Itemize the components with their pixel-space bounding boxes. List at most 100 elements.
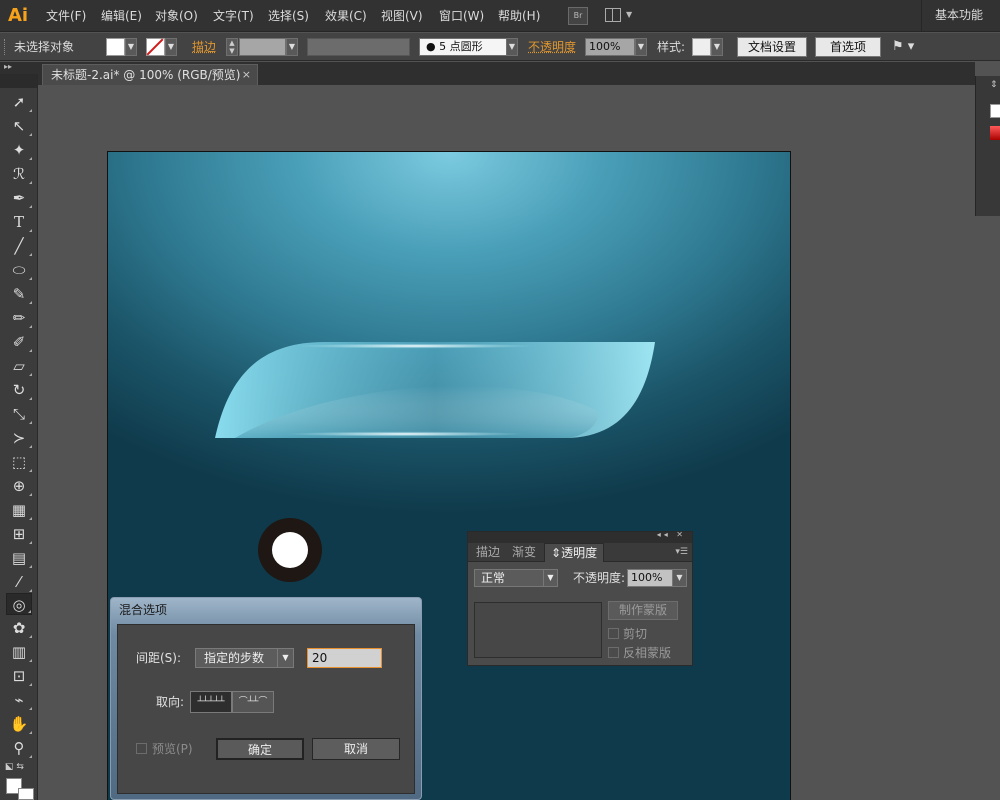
selection-status: 未选择对象 xyxy=(14,40,75,54)
stroke-color-swatch[interactable] xyxy=(18,788,34,800)
pencil-tool-icon[interactable]: ✏ xyxy=(6,307,32,329)
align-to-page-button[interactable]: ┴┴┴┴┴ xyxy=(190,691,232,713)
variable-width-profile[interactable] xyxy=(307,38,410,56)
control-bar-grip[interactable] xyxy=(4,39,7,55)
free-transform-tool-icon[interactable]: ⬚ xyxy=(6,451,32,473)
artboard-tool-icon[interactable]: ⊡ xyxy=(6,665,32,687)
panel-controls-icon[interactable]: ◂◂ ✕ xyxy=(657,530,686,539)
scale-tool-icon[interactable]: ⤡ xyxy=(6,403,32,425)
panel-tabs: 描边 渐变 ⇕透明度 ▾☰ xyxy=(468,543,692,562)
menu-type[interactable]: 文字(T) xyxy=(213,0,254,32)
panel-menu-icon[interactable]: ▾☰ xyxy=(675,547,688,557)
menu-view[interactable]: 视图(V) xyxy=(381,0,423,32)
tab-stroke[interactable]: 描边 xyxy=(470,543,506,562)
document-tab-title: 未标题-2.ai* @ 100% (RGB/预览) xyxy=(51,68,241,82)
line-tool-icon[interactable]: ╱ xyxy=(6,235,32,257)
hand-tool-icon[interactable]: ✋ xyxy=(6,713,32,735)
width-tool-icon[interactable]: ≻ xyxy=(6,427,32,449)
opacity-field[interactable]: 100% xyxy=(585,38,635,56)
opacity-label[interactable]: 不透明度 xyxy=(528,33,576,61)
fill-dropdown[interactable]: ▼ xyxy=(125,38,137,56)
ring-shape[interactable] xyxy=(258,518,322,582)
align-to-path-button[interactable]: ⌒┴┴⌒ xyxy=(232,691,274,713)
stroke-dropdown[interactable]: ▼ xyxy=(165,38,177,56)
style-dropdown[interactable]: ▼ xyxy=(711,38,723,56)
arrange-menu-icon[interactable]: ⚑ ▾ xyxy=(892,33,914,61)
mesh-tool-icon[interactable]: ⊞ xyxy=(6,523,32,545)
blend-options-dialog: 混合选项 间距(S): 指定的步数 ▼ 20 取向: ┴┴┴┴┴ ⌒┴┴⌒ 预览(… xyxy=(110,597,422,800)
bridge-button[interactable]: Br xyxy=(568,7,588,25)
menu-effect[interactable]: 效果(C) xyxy=(325,0,367,32)
brush-size: 5 xyxy=(439,40,447,53)
opacity-dropdown[interactable]: ▼ xyxy=(635,38,647,56)
brush-definition[interactable]: ● 5 点圆形 xyxy=(419,38,507,56)
gradient-tool-icon[interactable]: ▤ xyxy=(6,547,32,569)
magic-wand-tool-icon[interactable]: ✦ xyxy=(6,139,32,161)
rotate-tool-icon[interactable]: ↻ xyxy=(6,379,32,401)
graph-tool-icon[interactable]: ▥ xyxy=(6,641,32,663)
cancel-button[interactable]: 取消 xyxy=(312,738,400,760)
eyedropper-tool-icon[interactable]: ⁄ xyxy=(6,571,32,593)
make-mask-button[interactable]: 制作蒙版 xyxy=(608,601,678,620)
workspace-label: 基本功能 xyxy=(935,8,984,22)
blend-mode-select[interactable]: 正常 ▼ xyxy=(474,569,558,587)
ok-button[interactable]: 确定 xyxy=(216,738,304,760)
lasso-tool-icon[interactable]: ℛ xyxy=(6,163,32,185)
opacity-input[interactable]: 100% ▼ xyxy=(627,569,687,587)
arrange-documents-button[interactable]: ▼ xyxy=(604,7,634,25)
workspace-switcher[interactable]: 基本功能 xyxy=(921,0,1000,32)
right-panel-dock: ⇕ xyxy=(975,62,1000,800)
stroke-weight-stepper[interactable]: ▲ ▼ xyxy=(226,38,238,56)
paintbrush-tool-icon[interactable]: ✎ xyxy=(6,283,32,305)
pen-tool-icon[interactable]: ✒ xyxy=(6,187,32,209)
invert-mask-checkbox[interactable]: 反相蒙版 xyxy=(608,646,671,660)
document-setup-button[interactable]: 文档设置 xyxy=(737,37,807,57)
perspective-grid-tool-icon[interactable]: ▦ xyxy=(6,499,32,521)
stroke-weight-dropdown[interactable]: ▼ xyxy=(286,38,298,56)
tools-panel-header[interactable] xyxy=(0,74,37,88)
stroke-swatch[interactable] xyxy=(146,38,165,56)
slice-tool-icon[interactable]: ⌁ xyxy=(6,689,32,711)
checkbox-icon xyxy=(608,647,619,658)
document-tab[interactable]: 未标题-2.ai* @ 100% (RGB/预览) × xyxy=(42,64,258,85)
menu-edit[interactable]: 编辑(E) xyxy=(101,0,142,32)
blob-brush-tool-icon[interactable]: ✐ xyxy=(6,331,32,353)
menu-window[interactable]: 窗口(W) xyxy=(439,0,484,32)
stroke-label[interactable]: 描边 xyxy=(192,33,216,61)
none-color-icon[interactable] xyxy=(990,104,1000,118)
brush-dropdown[interactable]: ▼ xyxy=(506,38,518,56)
preferences-button[interactable]: 首选项 xyxy=(815,37,881,57)
panel-title-bar[interactable]: ◂◂ ✕ xyxy=(468,530,692,543)
symbol-sprayer-tool-icon[interactable]: ✿ xyxy=(6,617,32,639)
blend-tool-icon[interactable]: ◎ xyxy=(6,593,32,615)
dialog-body: 间距(S): 指定的步数 ▼ 20 取向: ┴┴┴┴┴ ⌒┴┴⌒ 预览(P) 确定… xyxy=(117,624,415,794)
spacing-select[interactable]: 指定的步数 ▼ xyxy=(195,648,294,668)
stroke-weight-field[interactable] xyxy=(239,38,286,56)
menu-select[interactable]: 选择(S) xyxy=(268,0,309,32)
preview-checkbox[interactable]: 预览(P) xyxy=(136,740,193,758)
shape-builder-tool-icon[interactable]: ⊕ xyxy=(6,475,32,497)
clip-checkbox[interactable]: 剪切 xyxy=(608,627,647,641)
color-panel-icon[interactable] xyxy=(990,126,1000,140)
fill-swatch[interactable] xyxy=(106,38,125,56)
chevron-down-icon: ▼ xyxy=(626,10,633,19)
direct-selection-tool-icon[interactable]: ↖ xyxy=(6,115,32,137)
menu-file[interactable]: 文件(F) xyxy=(46,0,86,32)
steps-input[interactable]: 20 xyxy=(307,648,382,668)
ellipse-tool-icon[interactable]: ⬭ xyxy=(6,259,32,281)
menu-object[interactable]: 对象(O) xyxy=(155,0,198,32)
collapse-panels-icon[interactable]: ▸▸ xyxy=(0,62,40,74)
control-bar: 未选择对象 ▼ ▼ 描边 ▲ ▼ ▼ ● 5 点圆形 ▼ 不透明度 100% ▼ … xyxy=(0,33,1000,61)
tab-transparency[interactable]: ⇕透明度 xyxy=(544,543,605,562)
style-swatch[interactable] xyxy=(692,38,711,56)
default-colors-icon[interactable]: ⬕ ⇆ xyxy=(5,762,24,772)
eraser-tool-icon[interactable]: ▱ xyxy=(6,355,32,377)
selection-tool-icon[interactable]: ➚ xyxy=(6,91,32,113)
menu-help[interactable]: 帮助(H) xyxy=(498,0,540,32)
tab-gradient[interactable]: 渐变 xyxy=(506,543,542,562)
swatch-stepper-icon[interactable]: ⇕ xyxy=(990,80,1000,94)
glass-shape[interactable] xyxy=(215,340,655,440)
zoom-tool-icon[interactable]: ⚲ xyxy=(6,737,32,759)
type-tool-icon[interactable]: T xyxy=(6,211,32,233)
close-icon[interactable]: × xyxy=(242,65,251,85)
